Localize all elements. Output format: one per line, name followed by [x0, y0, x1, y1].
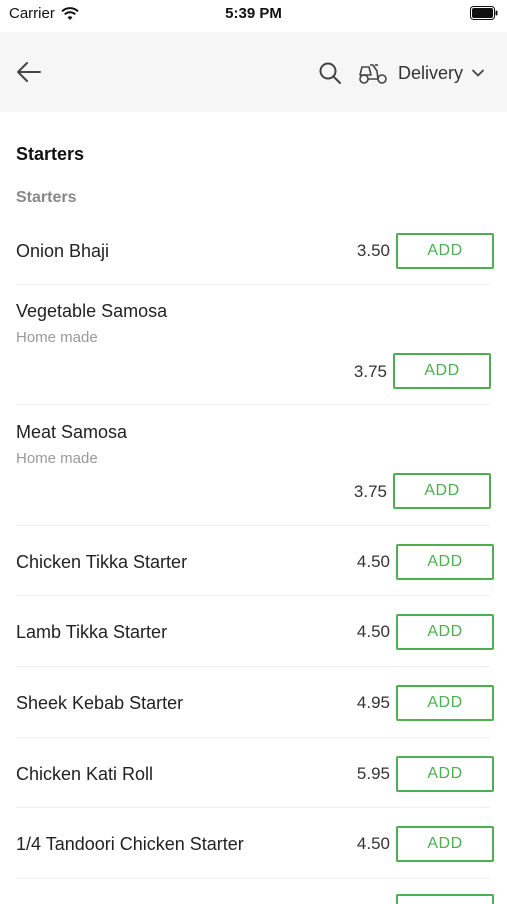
add-button[interactable]: ADD	[396, 233, 494, 269]
item-name: Meat Samosa	[16, 422, 128, 442]
menu-item-lamb-tikka-starter: Lamb Tikka Starter 4.50 ADD	[0, 611, 507, 665]
add-button[interactable]: ADD	[393, 473, 491, 509]
divider	[16, 878, 490, 879]
status-bar: Carrier 5:39 PM	[0, 0, 507, 30]
divider	[16, 737, 490, 738]
add-button[interactable]: ADD	[396, 685, 494, 721]
item-price: 4.50	[356, 552, 390, 571]
item-name: 1/4 Tandoori Chicken Starter	[16, 834, 244, 854]
item-name: Sheek Kebab Starter	[16, 693, 184, 713]
menu-item-chicken-tikka-starter: Chicken Tikka Starter 4.50 ADD	[0, 541, 507, 595]
add-button[interactable]: ADD	[396, 826, 494, 862]
item-price: 3.50	[356, 241, 390, 260]
divider	[16, 666, 490, 667]
item-price: 4.50	[356, 622, 390, 641]
delivery-mode-selector[interactable]: Delivery	[358, 58, 485, 88]
divider	[16, 525, 490, 526]
item-description: Home made	[16, 450, 98, 467]
divider	[16, 284, 490, 285]
item-price: 3.75	[353, 362, 387, 381]
menu-item-meat-samosa: Meat Samosa Home made 3.75 ADD	[0, 418, 507, 524]
menu-item-vegetable-samosa: Vegetable Samosa Home made 3.75 ADD	[0, 298, 507, 404]
battery-icon	[470, 6, 498, 20]
item-name: Chicken Tikka Starter	[16, 552, 188, 572]
item-price: 5.95	[356, 764, 390, 783]
divider	[16, 595, 490, 596]
menu-item-sheek-kebab-starter: Sheek Kebab Starter 4.95 ADD	[0, 682, 507, 736]
item-name: Onion Bhaji	[16, 241, 110, 261]
item-name: Chicken Kati Roll	[16, 764, 154, 784]
divider	[16, 807, 490, 808]
search-icon[interactable]	[318, 61, 342, 85]
add-button[interactable]: ADD	[396, 614, 494, 650]
item-description: Home made	[16, 329, 98, 346]
add-button[interactable]: ADD	[396, 756, 494, 792]
add-button[interactable]: ADD	[393, 353, 491, 389]
add-button[interactable]: ADD	[396, 544, 494, 580]
status-time: 5:39 PM	[225, 5, 282, 22]
delivery-mode-label: Delivery	[398, 62, 464, 83]
menu-item-onion-bhaji: Onion Bhaji 3.50 ADD	[0, 230, 507, 284]
chevron-down-icon	[472, 69, 484, 77]
item-price: 4.95	[356, 693, 390, 712]
scooter-icon	[359, 64, 387, 84]
item-price: 3.75	[353, 482, 387, 501]
menu-item-chicken-kati-roll: Chicken Kati Roll 5.95 ADD	[0, 753, 507, 807]
item-name: Lamb Tikka Starter	[16, 622, 168, 642]
item-name: Vegetable Samosa	[16, 301, 168, 321]
top-nav-bar: Delivery	[0, 32, 507, 112]
subcategory-title: Starters	[16, 189, 77, 206]
category-title: Starters	[16, 144, 85, 164]
item-price: 4.50	[356, 834, 390, 853]
back-arrow-icon[interactable]	[14, 57, 44, 87]
menu-item-tandoori-chicken-starter: 1/4 Tandoori Chicken Starter 4.50 ADD	[0, 823, 507, 877]
add-button-partial[interactable]	[396, 894, 494, 904]
divider	[16, 404, 490, 405]
